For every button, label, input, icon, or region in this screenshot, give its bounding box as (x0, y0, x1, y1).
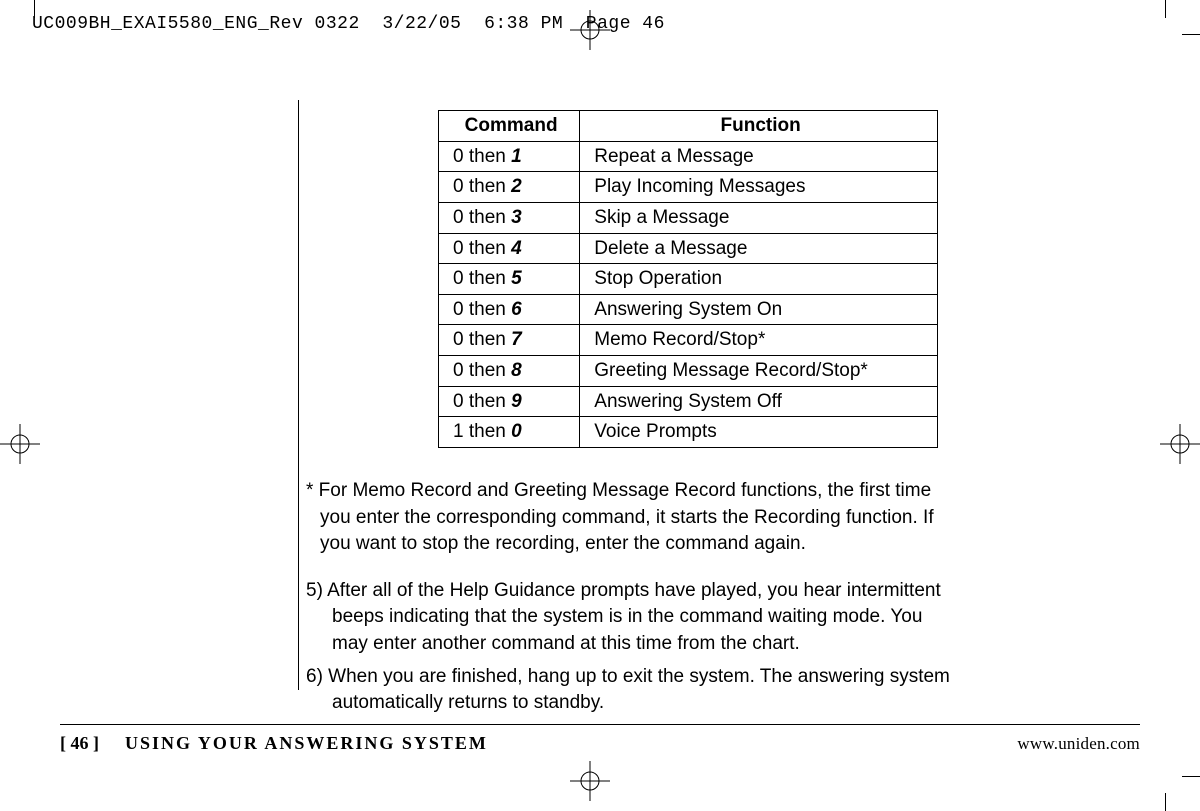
table-row: 0 then 2Play Incoming Messages (439, 172, 938, 203)
table-row: 0 then 9Answering System Off (439, 386, 938, 417)
command-cell: 0 then 5 (439, 264, 580, 295)
table-row: 0 then 4Delete a Message (439, 233, 938, 264)
command-key: 5 (511, 268, 522, 289)
function-cell: Memo Record/Stop* (580, 325, 938, 356)
command-key: 8 (511, 360, 522, 381)
function-cell: Play Incoming Messages (580, 172, 938, 203)
command-cell: 0 then 2 (439, 172, 580, 203)
registration-mark-top (570, 10, 610, 50)
command-prefix: 0 then (453, 329, 511, 350)
command-prefix: 0 then (453, 360, 511, 381)
table-row: 0 then 7Memo Record/Stop* (439, 325, 938, 356)
command-prefix: 0 then (453, 146, 511, 167)
crop-mark (1165, 0, 1166, 18)
command-key: 4 (511, 238, 522, 259)
footer-left: [ 46 ] USING YOUR ANSWERING SYSTEM (60, 733, 488, 754)
crop-mark (1182, 34, 1200, 35)
registration-mark-right (1160, 424, 1200, 464)
step-6: 6) When you are finished, hang up to exi… (306, 664, 958, 717)
function-cell: Answering System Off (580, 386, 938, 417)
function-cell: Greeting Message Record/Stop* (580, 356, 938, 387)
command-key: 6 (511, 299, 522, 320)
table-row: 0 then 3Skip a Message (439, 202, 938, 233)
function-cell: Answering System On (580, 294, 938, 325)
function-cell: Skip a Message (580, 202, 938, 233)
function-cell: Repeat a Message (580, 141, 938, 172)
registration-mark-left (0, 424, 40, 464)
steps-list: 5) After all of the Help Guidance prompt… (306, 578, 958, 717)
command-table: Command Function 0 then 1Repeat a Messag… (438, 110, 938, 448)
table-row: 0 then 8Greeting Message Record/Stop* (439, 356, 938, 387)
footnote-text: * For Memo Record and Greeting Message R… (306, 478, 958, 558)
table-header-command: Command (439, 111, 580, 142)
command-cell: 1 then 0 (439, 417, 580, 448)
command-cell: 0 then 8 (439, 356, 580, 387)
command-key: 0 (511, 421, 522, 442)
command-cell: 0 then 1 (439, 141, 580, 172)
registration-mark-bottom (570, 761, 610, 801)
page-footer: [ 46 ] USING YOUR ANSWERING SYSTEM www.u… (60, 724, 1140, 754)
table-row: 1 then 0Voice Prompts (439, 417, 938, 448)
table-row: 0 then 1Repeat a Message (439, 141, 938, 172)
command-cell: 0 then 9 (439, 386, 580, 417)
command-prefix: 0 then (453, 268, 511, 289)
table-header-function: Function (580, 111, 938, 142)
command-cell: 0 then 4 (439, 233, 580, 264)
command-cell: 0 then 6 (439, 294, 580, 325)
crop-mark (1182, 776, 1200, 777)
step-5: 5) After all of the Help Guidance prompt… (306, 578, 958, 658)
page-number: [ 46 ] (60, 733, 99, 753)
command-prefix: 1 then (453, 421, 511, 442)
command-prefix: 0 then (453, 207, 511, 228)
function-cell: Stop Operation (580, 264, 938, 295)
command-key: 7 (511, 329, 522, 350)
command-key: 2 (511, 176, 522, 197)
footer-url: www.uniden.com (1017, 734, 1140, 754)
function-cell: Voice Prompts (580, 417, 938, 448)
command-prefix: 0 then (453, 299, 511, 320)
command-key: 3 (511, 207, 522, 228)
crop-mark (1165, 793, 1166, 811)
section-title: USING YOUR ANSWERING SYSTEM (125, 733, 488, 753)
table-row: 0 then 6Answering System On (439, 294, 938, 325)
command-key: 9 (511, 391, 522, 412)
command-prefix: 0 then (453, 238, 511, 259)
command-cell: 0 then 7 (439, 325, 580, 356)
page-content: Command Function 0 then 1Repeat a Messag… (298, 100, 958, 723)
command-prefix: 0 then (453, 391, 511, 412)
crop-mark (34, 0, 35, 18)
command-prefix: 0 then (453, 176, 511, 197)
command-key: 1 (511, 146, 522, 167)
command-cell: 0 then 3 (439, 202, 580, 233)
function-cell: Delete a Message (580, 233, 938, 264)
table-row: 0 then 5Stop Operation (439, 264, 938, 295)
